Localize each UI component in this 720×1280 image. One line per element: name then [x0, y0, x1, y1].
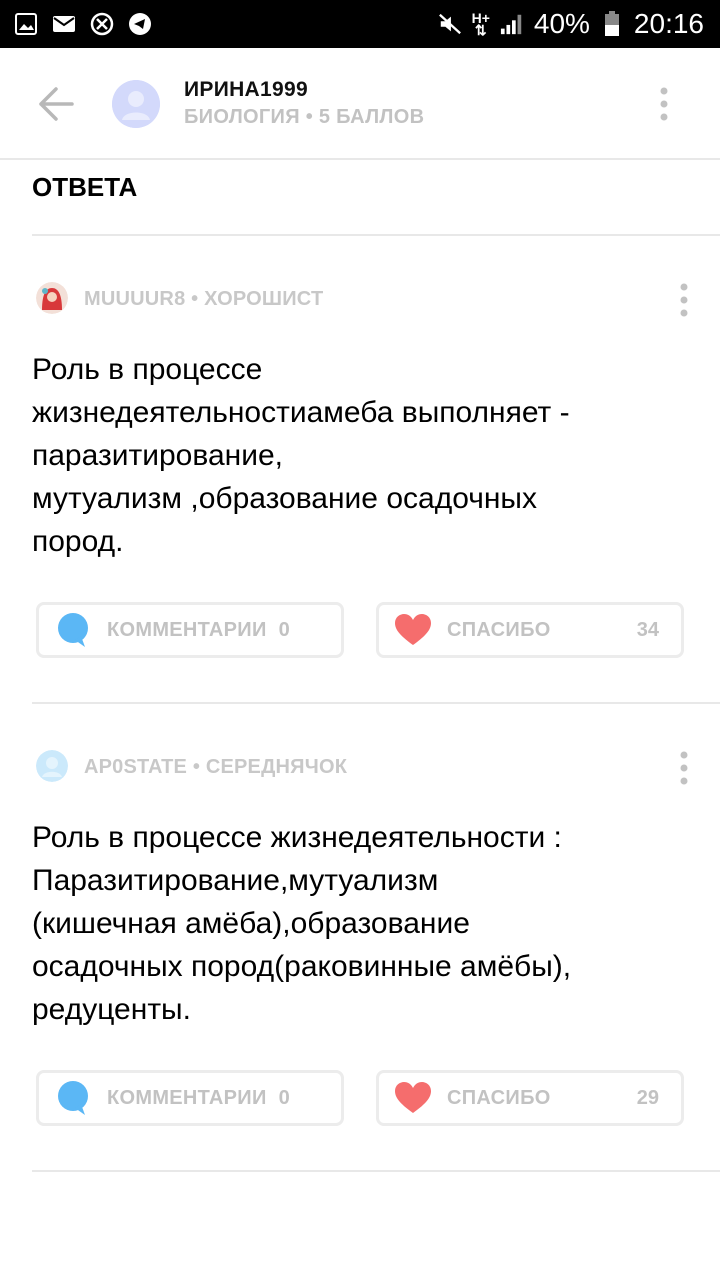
more-vertical-icon [660, 87, 668, 121]
thanks-button[interactable]: СПАСИБО 34 [376, 602, 684, 658]
battery-percent: 40% [533, 8, 590, 39]
comments-count: 0 [278, 618, 290, 641]
answer-options-button[interactable] [674, 750, 694, 786]
clock: 20:16 [633, 8, 704, 39]
signal-icon [500, 12, 524, 36]
author-rank: СЕРЕДНЯЧОК [205, 756, 348, 778]
gallery-icon [14, 12, 38, 36]
answers-heading: ОТВЕТА [32, 172, 138, 202]
answer-author: AP0STATE • СЕРЕДНЯЧОК [84, 756, 348, 778]
avatar[interactable] [36, 750, 68, 782]
comments-label: КОММЕНТАРИИ [107, 618, 267, 641]
answer-text: Роль в процессе жизнедеятельностиамеба в… [32, 353, 570, 558]
answer-author: MUUUUR8 • ХОРОШИСТ [84, 288, 324, 310]
answer-options-button[interactable] [674, 282, 694, 318]
back-arrow-icon [39, 87, 74, 121]
mail-icon [52, 12, 76, 36]
comment-icon [55, 1080, 91, 1116]
status-bar: H+ ⇅ 40% 20:16 [0, 0, 720, 48]
avatar[interactable] [112, 80, 160, 128]
author-name[interactable]: MUUUUR8 [84, 288, 185, 310]
mute-icon [438, 12, 462, 36]
answer-text: Роль в процессе жизнедеятельности : Пара… [32, 821, 572, 1026]
thanks-label: СПАСИБО [447, 618, 551, 641]
avatar[interactable] [36, 282, 68, 314]
more-vertical-icon [680, 283, 688, 317]
comments-label: КОММЕНТАРИИ [107, 1086, 267, 1109]
heart-icon [395, 1080, 431, 1116]
comments-button[interactable]: КОММЕНТАРИИ 0 [36, 602, 344, 658]
user-avatar-icon [36, 282, 68, 314]
more-options-button[interactable] [654, 86, 674, 122]
default-avatar-icon [112, 80, 160, 128]
thanks-label: СПАСИБО [447, 1086, 551, 1109]
answer-card: MUUUUR8 • ХОРОШИСТ Роль в процессе жизне… [0, 236, 720, 702]
telegram-icon [128, 12, 152, 36]
comments-button[interactable]: КОММЕНТАРИИ 0 [36, 1070, 344, 1126]
divider [32, 1170, 720, 1172]
question-subject: БИОЛОГИЯ • 5 БАЛЛОВ [184, 106, 425, 128]
answer-card: AP0STATE • СЕРЕДНЯЧОК Роль в процессе жи… [0, 704, 720, 1170]
comment-icon [55, 612, 91, 648]
thanks-button[interactable]: СПАСИБО 29 [376, 1070, 684, 1126]
back-button[interactable] [36, 86, 76, 122]
author-rank: ХОРОШИСТ [204, 288, 324, 310]
default-avatar-icon [36, 750, 68, 782]
thanks-count: 34 [636, 618, 659, 641]
app-header: ИРИНА1999 БИОЛОГИЯ • 5 БАЛЛОВ [0, 48, 720, 160]
network-icon: H+ ⇅ [471, 10, 490, 38]
more-vertical-icon [680, 751, 688, 785]
comments-count: 0 [278, 1086, 290, 1109]
thanks-count: 29 [636, 1086, 659, 1109]
heart-icon [395, 612, 431, 648]
question-author-name[interactable]: ИРИНА1999 [184, 78, 308, 102]
missed-call-icon [90, 12, 114, 36]
battery-icon [600, 11, 624, 36]
author-name[interactable]: AP0STATE [84, 756, 187, 778]
